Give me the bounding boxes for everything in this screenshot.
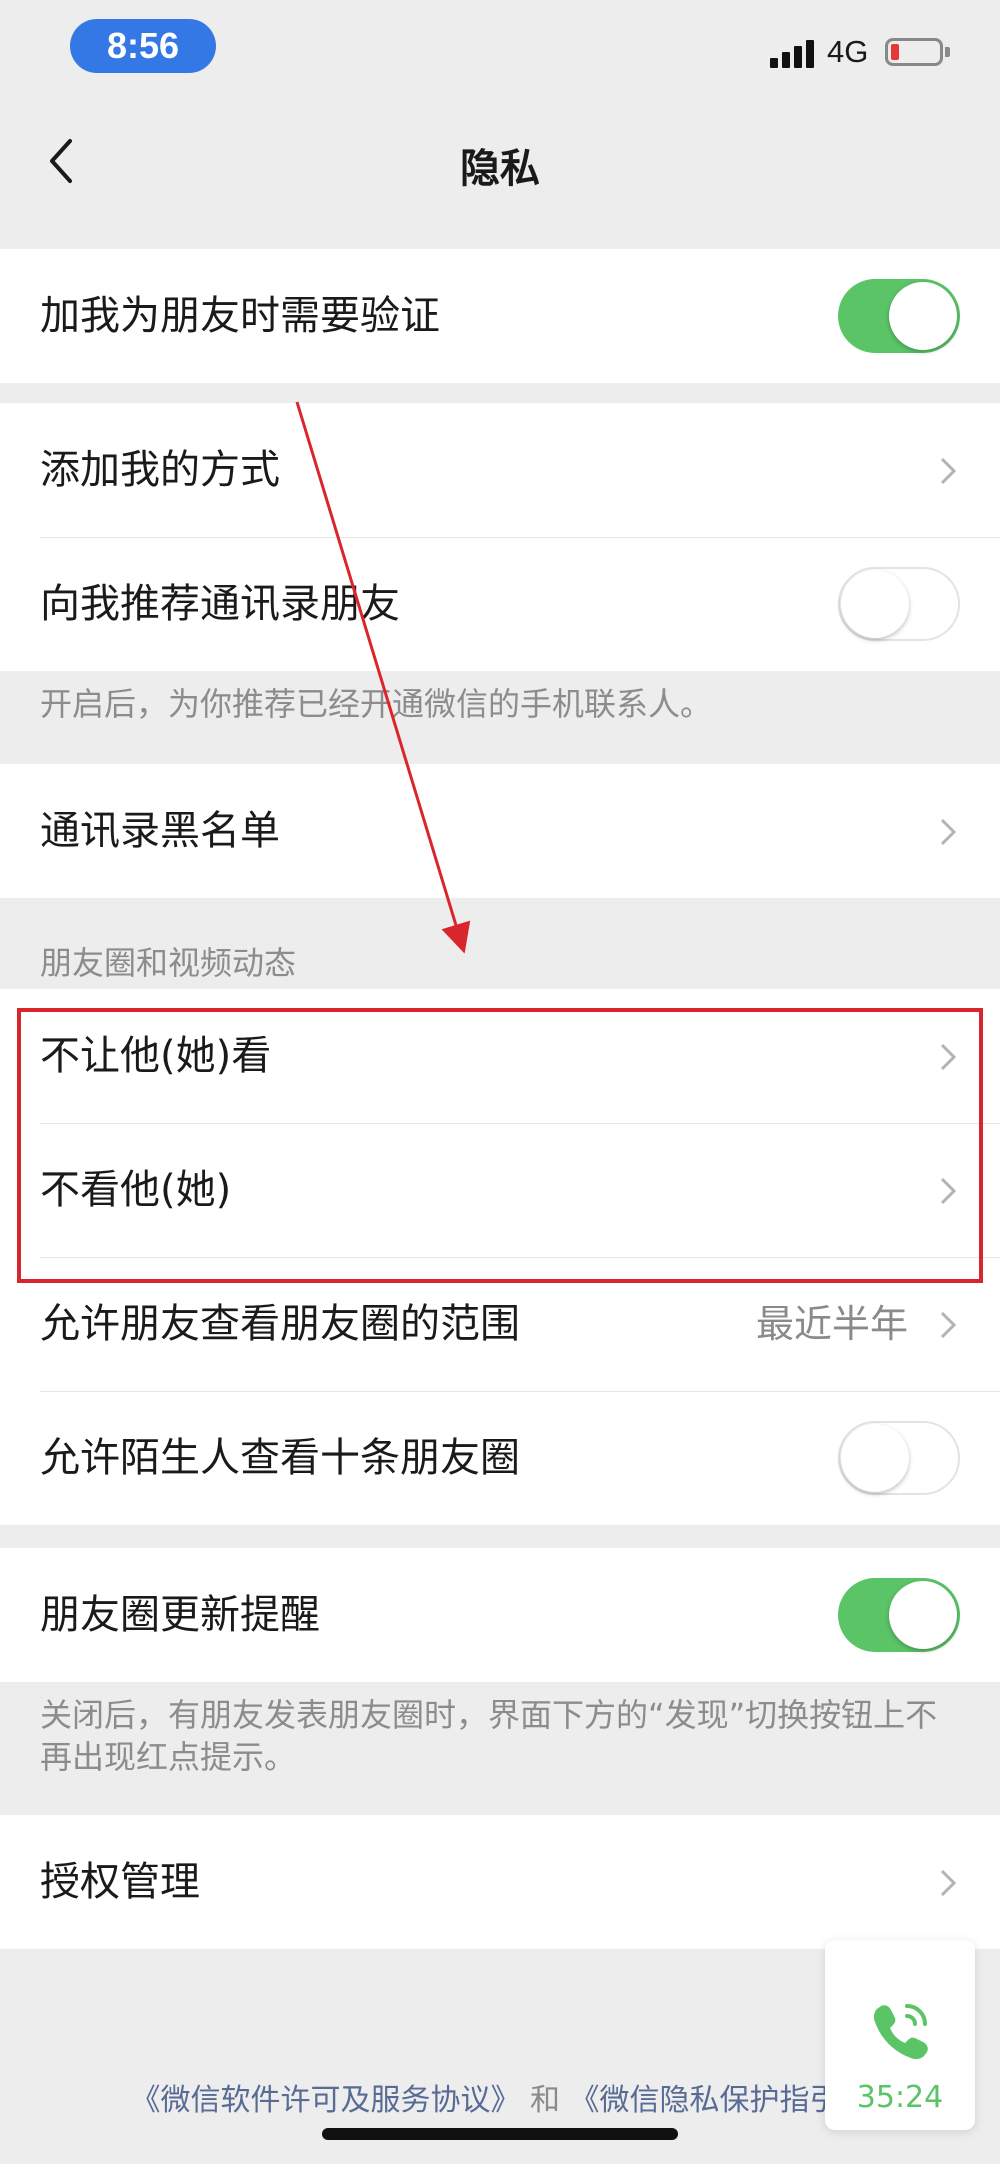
strangers-toggle[interactable]: [838, 1421, 960, 1495]
chevron-right-icon: [940, 1043, 957, 1071]
row-recommend-label: 向我推荐通讯录朋友: [40, 581, 400, 627]
row-updates[interactable]: 朋友圈更新提醒: [0, 1548, 1000, 1682]
battery-icon: [885, 38, 943, 66]
call-duration: 35:24: [856, 2080, 944, 2115]
recommend-toggle[interactable]: [838, 567, 960, 641]
row-hide-from-label: 不让他(她)看: [40, 1033, 272, 1079]
phone-call-icon: [873, 2004, 928, 2060]
row-range[interactable]: 允许朋友查看朋友圈的范围 最近半年: [0, 1257, 1000, 1391]
row-auth-label: 授权管理: [40, 1859, 200, 1905]
nav-bar: 隐私: [0, 100, 1000, 220]
row-hide-from[interactable]: 不让他(她)看: [0, 989, 1000, 1123]
signal-icon: [770, 40, 816, 68]
footer-and: 和: [530, 2083, 560, 2118]
row-add-way-label: 添加我的方式: [40, 447, 280, 493]
group-moments: 不让他(她)看 不看他(她) 允许朋友查看朋友圈的范围 最近半年 允许陌生人查看…: [0, 989, 1000, 1525]
home-indicator: [322, 2128, 678, 2140]
row-strangers-label: 允许陌生人查看十条朋友圈: [40, 1435, 520, 1481]
row-verify[interactable]: 加我为朋友时需要验证: [0, 249, 1000, 383]
row-blacklist[interactable]: 通讯录黑名单: [0, 764, 1000, 898]
network-type: 4G: [827, 34, 869, 69]
chevron-right-icon: [940, 1869, 957, 1897]
recommend-note: 开启后，为你推荐已经开通微信的手机联系人。: [40, 685, 713, 723]
row-auth[interactable]: 授权管理: [0, 1815, 1000, 1949]
moments-section-header: 朋友圈和视频动态: [40, 944, 297, 982]
row-dont-see-label: 不看他(她): [40, 1167, 232, 1213]
group-verify: 加我为朋友时需要验证: [0, 249, 1000, 383]
chevron-right-icon: [940, 457, 957, 485]
verify-toggle[interactable]: [838, 279, 960, 353]
chevron-right-icon: [940, 1177, 957, 1205]
floating-call-widget[interactable]: 35:24: [825, 1940, 975, 2130]
row-strangers[interactable]: 允许陌生人查看十条朋友圈: [0, 1391, 1000, 1525]
group-auth: 授权管理: [0, 1815, 1000, 1949]
row-add-way[interactable]: 添加我的方式: [0, 403, 1000, 537]
updates-toggle[interactable]: [838, 1578, 960, 1652]
battery-cap: [945, 47, 950, 57]
page-title: 隐私: [460, 146, 540, 192]
row-range-label: 允许朋友查看朋友圈的范围: [40, 1301, 520, 1347]
group-blacklist: 通讯录黑名单: [0, 764, 1000, 898]
updates-note: 关闭后，有朋友发表朋友圈时，界面下方的“发现”切换按钮上不再出现红点提示。: [40, 1696, 938, 1776]
status-bar: 8:56 4G: [0, 0, 1000, 100]
row-range-value: 最近半年: [755, 1302, 908, 1346]
row-recommend[interactable]: 向我推荐通讯录朋友: [0, 537, 1000, 671]
group-add-methods: 添加我的方式 向我推荐通讯录朋友: [0, 403, 1000, 671]
status-time: 8:56: [70, 19, 216, 73]
row-verify-label: 加我为朋友时需要验证: [40, 293, 440, 339]
row-blacklist-label: 通讯录黑名单: [40, 808, 280, 854]
row-updates-label: 朋友圈更新提醒: [40, 1592, 320, 1638]
group-updates: 朋友圈更新提醒: [0, 1548, 1000, 1682]
license-link[interactable]: 《微信软件许可及服务协议》: [130, 2083, 520, 2118]
row-dont-see[interactable]: 不看他(她): [0, 1123, 1000, 1257]
chevron-right-icon: [940, 818, 957, 846]
chevron-right-icon: [940, 1311, 957, 1339]
